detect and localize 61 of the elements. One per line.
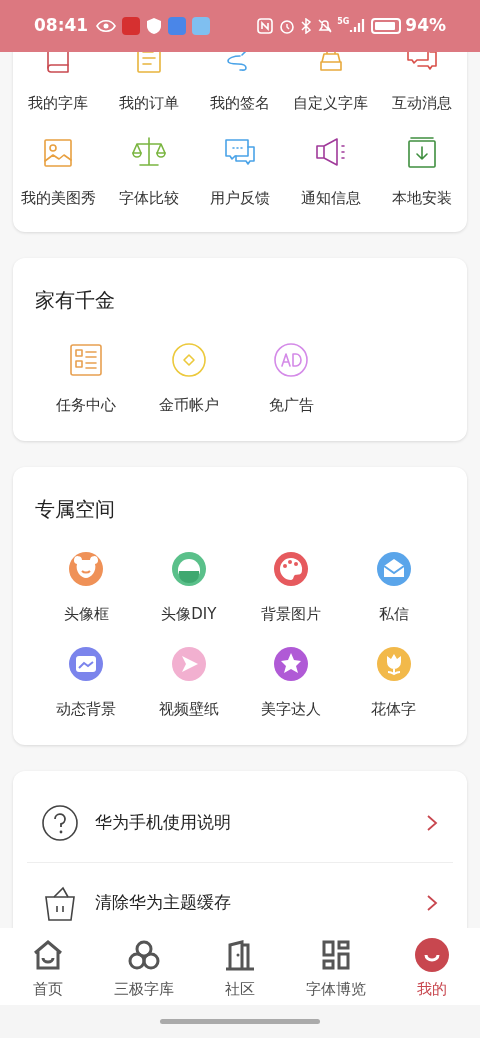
menu-row[interactable]: 华为手机使用说明 — [27, 783, 453, 863]
section-title: 专属空间 — [35, 496, 116, 523]
shortcut-item[interactable]: 任务中心 — [35, 342, 138, 415]
battery-percentage: 94% — [405, 14, 446, 38]
shortcut-item[interactable]: 本地安装 — [376, 135, 467, 208]
battery-icon — [371, 18, 402, 34]
app-icon — [122, 17, 141, 35]
bear-face-icon — [68, 551, 105, 587]
image-icon — [68, 646, 105, 682]
shortcut-item[interactable]: 美字达人 — [240, 646, 343, 719]
nav-tab[interactable]: 我的 — [384, 936, 480, 1005]
shortcut-item[interactable]: 金币帐户 — [137, 342, 240, 415]
trash-bin-icon — [44, 884, 76, 922]
shortcut-item[interactable]: 用户反馈 — [194, 135, 286, 208]
palette-icon — [273, 551, 310, 587]
shortcut-item[interactable]: 私信 — [342, 551, 445, 624]
ad-icon — [273, 342, 310, 378]
shortcut-item[interactable]: 背景图片 — [240, 551, 343, 624]
eye-icon — [96, 19, 117, 33]
shortcut-item[interactable]: 头像框 — [35, 551, 138, 624]
shortcut-item[interactable]: 我的美图秀 — [13, 135, 104, 208]
smile-icon — [413, 936, 451, 974]
signal-icon — [349, 18, 366, 34]
envelope-icon — [375, 551, 412, 587]
shortcut-item[interactable]: 花体字 — [342, 646, 445, 719]
door-icon — [223, 938, 257, 972]
chevron-right-icon — [425, 893, 439, 913]
nav-tab[interactable]: 三极字库 — [96, 936, 192, 1005]
help-icon — [41, 803, 79, 842]
section-title: 家有千金 — [35, 287, 116, 314]
shortcut-item[interactable]: 自定义字库 — [285, 52, 377, 113]
house-icon — [31, 938, 65, 972]
alarm-icon — [279, 18, 296, 34]
shortcut-item[interactable]: 我的订单 — [103, 52, 195, 113]
network-type: 5G — [337, 18, 350, 26]
shortcut-item[interactable]: 视频壁纸 — [137, 646, 240, 719]
shortcut-item[interactable]: 头像DIY — [137, 551, 240, 624]
shortcut-item[interactable]: 我的字库 — [13, 52, 104, 113]
weather-app-icon — [192, 17, 211, 35]
bluetooth-icon — [301, 18, 312, 34]
shortcut-item[interactable]: 字体比较 — [103, 135, 195, 208]
shortcut-item[interactable]: 动态背景 — [35, 646, 138, 719]
clock: 08:41 — [34, 14, 89, 38]
checklist-icon — [68, 342, 105, 378]
shortcut-item[interactable]: 我的签名 — [194, 52, 286, 113]
shield-icon — [146, 17, 163, 35]
tulip-icon — [375, 646, 412, 682]
circles-icon — [127, 938, 161, 972]
menu-row[interactable]: 清除华为主题缓存 — [27, 863, 453, 928]
nav-tab[interactable]: 首页 — [0, 936, 96, 1005]
play-icon — [170, 646, 207, 682]
shortcut-item[interactable]: 互动消息 — [376, 52, 467, 113]
nav-tab[interactable]: 字体博览 — [288, 936, 384, 1005]
nfc-icon — [257, 18, 274, 34]
nav-tab[interactable]: 社区 — [192, 936, 288, 1005]
shortcut-item[interactable]: 免广告 — [240, 342, 343, 415]
coin-icon — [170, 342, 207, 378]
shortcut-item[interactable]: 通知信息 — [285, 135, 377, 208]
message-app-icon — [168, 17, 187, 35]
chevron-right-icon — [425, 812, 439, 833]
bell-muted-icon — [317, 18, 334, 34]
